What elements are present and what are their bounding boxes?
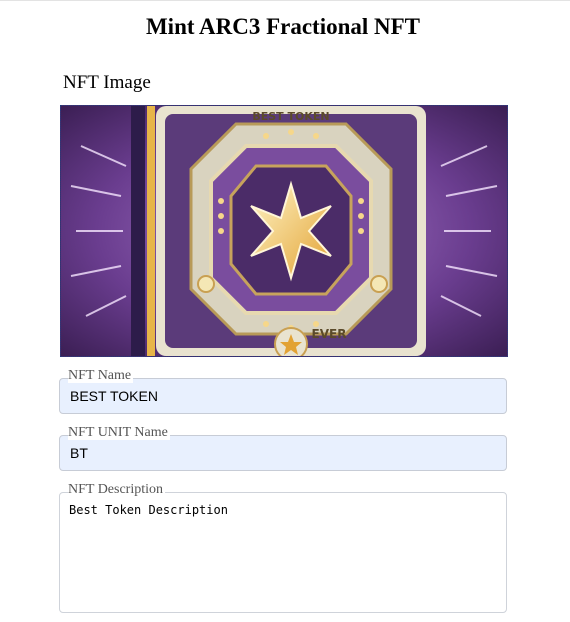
page-title: Mint ARC3 Fractional NFT: [145, 14, 421, 39]
nft-image-preview[interactable]: BEST TOKEN EVER: [60, 105, 508, 357]
art-text-top: BEST TOKEN: [252, 110, 329, 123]
nft-unit-name-input[interactable]: BT: [59, 435, 507, 471]
nft-artwork: BEST TOKEN EVER: [61, 106, 507, 356]
nft-description-label: NFT Description: [68, 482, 166, 497]
top-divider: [0, 0, 570, 1]
nft-unit-name-label: NFT UNIT Name: [68, 425, 170, 440]
nft-image-label: NFT Image: [63, 72, 151, 93]
nft-name-input[interactable]: BEST TOKEN: [59, 378, 507, 414]
art-text-bottom: EVER: [312, 327, 347, 341]
nft-name-label: NFT Name: [68, 368, 134, 383]
nft-description-textarea[interactable]: Best Token Description: [59, 492, 507, 613]
